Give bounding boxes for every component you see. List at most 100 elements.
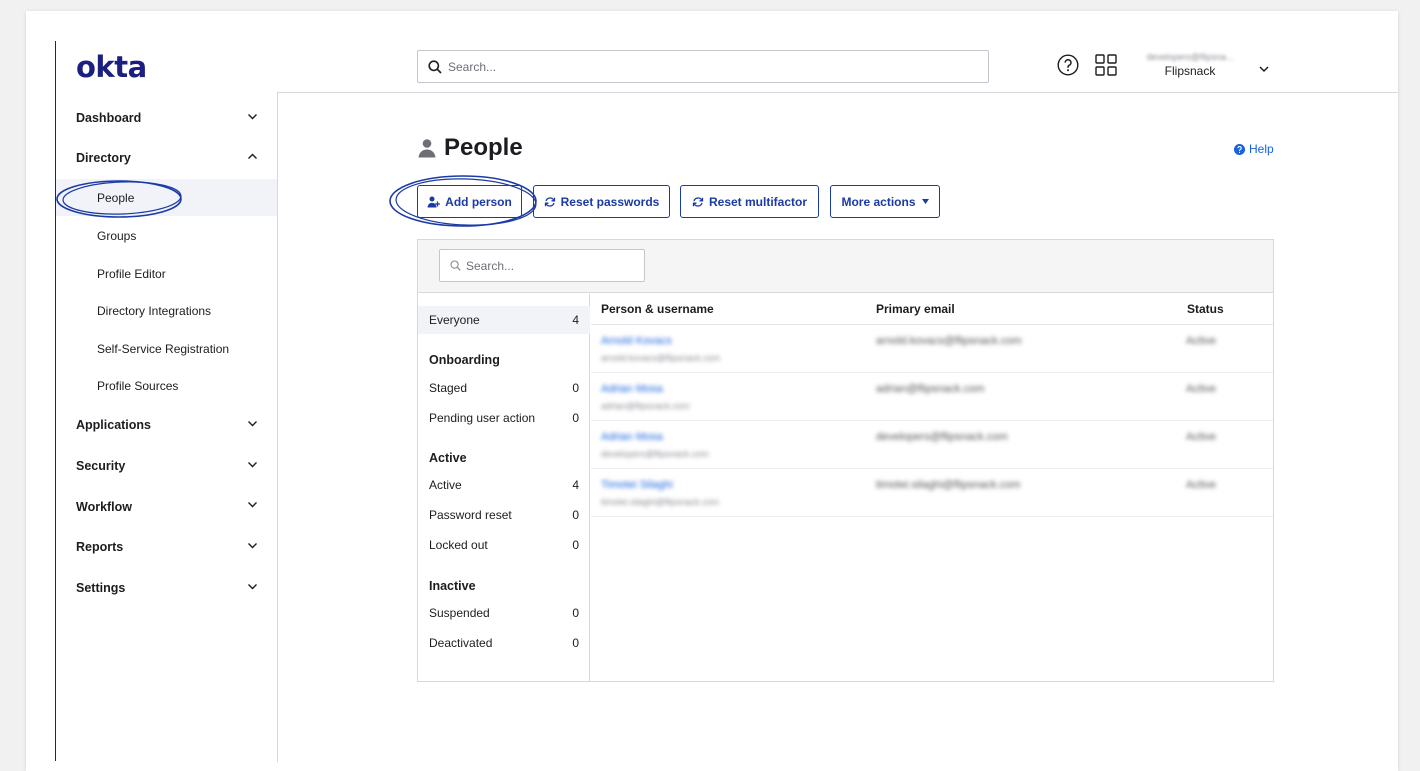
filter-count: 0	[572, 381, 579, 395]
filter-count: 0	[572, 606, 579, 620]
filter-locked-out[interactable]: Locked out 0	[418, 531, 590, 559]
person-name-link[interactable]: Timotei Silaghi	[601, 479, 673, 491]
chevron-down-icon[interactable]	[247, 583, 258, 590]
person-status: Active	[1186, 335, 1216, 347]
person-email: adrian@flipsnack.com	[876, 383, 985, 395]
filter-label: Active	[429, 478, 462, 492]
filter-group-heading: Active	[429, 451, 467, 465]
person-username: adrian@flipsnack.com	[601, 401, 690, 411]
chevron-down-icon[interactable]	[247, 461, 258, 468]
filter-staged[interactable]: Staged 0	[418, 374, 590, 402]
search-icon	[450, 260, 461, 271]
help-circle-icon[interactable]	[1057, 54, 1079, 81]
filter-count: 0	[572, 538, 579, 552]
person-email: arnold.kovacs@flipsnack.com	[876, 335, 1022, 347]
search-icon	[428, 59, 442, 74]
table-row[interactable]: Adrian Mosa developers@flipsnack.com dev…	[591, 421, 1273, 469]
filter-count: 0	[572, 636, 579, 650]
sidebar-item-directory[interactable]: Directory	[76, 151, 131, 165]
reset-multifactor-button[interactable]: Reset multifactor	[680, 185, 819, 218]
chevron-down-icon[interactable]	[1258, 60, 1270, 78]
question-circle-icon	[1234, 143, 1245, 155]
sidebar-item-groups[interactable]: Groups	[97, 229, 136, 243]
chevron-down-icon[interactable]	[247, 542, 258, 549]
person-name-link[interactable]: Arnold Kovacs	[601, 335, 672, 347]
person-email: developers@flipsnack.com	[876, 431, 1008, 443]
people-search-input[interactable]	[466, 258, 636, 273]
sidebar-item-profile-sources[interactable]: Profile Sources	[97, 379, 178, 393]
person-status: Active	[1186, 479, 1216, 491]
user-menu[interactable]: developers@flipsna... Flipsnack	[1130, 52, 1250, 78]
filter-pending-user-action[interactable]: Pending user action 0	[418, 404, 590, 432]
table-row[interactable]: Timotei Silaghi timotei.silaghi@flipsnac…	[591, 469, 1273, 517]
sidebar-item-profile-editor[interactable]: Profile Editor	[97, 267, 166, 281]
refresh-icon	[544, 196, 555, 207]
filter-count: 4	[572, 313, 579, 327]
sidebar-item-settings[interactable]: Settings	[76, 581, 125, 595]
add-person-icon	[427, 196, 441, 207]
column-header-email[interactable]: Primary email	[876, 302, 955, 316]
header-divider	[278, 92, 1398, 93]
more-actions-label: More actions	[841, 194, 916, 209]
chevron-up-icon[interactable]	[247, 153, 258, 160]
column-header-status[interactable]: Status	[1187, 302, 1224, 316]
filter-active[interactable]: Active 4	[418, 471, 590, 499]
page-title: People	[418, 134, 523, 162]
app-grid-icon[interactable]	[1095, 54, 1117, 81]
caret-down-icon	[921, 199, 929, 204]
chevron-down-icon[interactable]	[247, 501, 258, 508]
add-person-button[interactable]: Add person	[417, 185, 522, 218]
refresh-icon	[692, 196, 704, 207]
person-name-link[interactable]: Adrian Mosa	[601, 431, 663, 443]
filter-count: 4	[572, 478, 579, 492]
sidebar-item-directory-integrations[interactable]: Directory Integrations	[97, 304, 211, 318]
filter-group-heading: Inactive	[429, 579, 476, 593]
filter-label: Staged	[429, 381, 468, 395]
sidebar-active-highlight	[56, 179, 277, 216]
sidebar-item-people[interactable]: People	[97, 191, 134, 205]
column-header-person[interactable]: Person & username	[601, 302, 714, 316]
sidebar-item-dashboard[interactable]: Dashboard	[76, 111, 141, 125]
user-email: developers@flipsna...	[1146, 52, 1234, 62]
sidebar-item-applications[interactable]: Applications	[76, 418, 151, 432]
sidebar-item-self-service-registration[interactable]: Self-Service Registration	[97, 342, 229, 356]
person-username: developers@flipsnack.com	[601, 449, 709, 459]
sidebar-item-workflow[interactable]: Workflow	[76, 500, 132, 514]
filter-deactivated[interactable]: Deactivated 0	[418, 629, 590, 657]
sidebar-divider	[277, 92, 278, 762]
reset-passwords-label: Reset passwords	[560, 194, 660, 209]
filter-label: Deactivated	[429, 636, 493, 650]
chevron-down-icon[interactable]	[247, 420, 258, 427]
filter-count: 0	[572, 411, 579, 425]
okta-logo[interactable]: okta	[76, 50, 147, 84]
filter-password-reset[interactable]: Password reset 0	[418, 501, 590, 529]
more-actions-button[interactable]: More actions	[830, 185, 940, 218]
sidebar-item-security[interactable]: Security	[76, 459, 125, 473]
filter-suspended[interactable]: Suspended 0	[418, 599, 590, 627]
global-search-input[interactable]	[448, 59, 968, 74]
filter-label: Everyone	[429, 313, 480, 327]
filter-everyone[interactable]: Everyone 4	[418, 306, 590, 334]
filter-label: Locked out	[429, 538, 488, 552]
people-panel: Everyone 4 Onboarding Staged 0 Pending u…	[417, 239, 1274, 682]
filter-label: Pending user action	[429, 411, 536, 425]
sidebar-item-reports[interactable]: Reports	[76, 540, 123, 554]
panel-toolbar	[418, 240, 1273, 293]
person-name-link[interactable]: Adrian Mosa	[601, 383, 663, 395]
chevron-down-icon[interactable]	[247, 113, 258, 120]
table-row[interactable]: Adrian Mosa adrian@flipsnack.com adrian@…	[591, 373, 1273, 421]
help-link[interactable]: Help	[1234, 142, 1274, 156]
page-heading: People	[444, 134, 523, 161]
reset-passwords-button[interactable]: Reset passwords	[533, 185, 670, 218]
person-username: arnold.kovacs@flipsnack.com	[601, 353, 721, 363]
person-username: timotei.silaghi@flipsnack.com	[601, 497, 720, 507]
status-filters: Everyone 4 Onboarding Staged 0 Pending u…	[418, 294, 590, 682]
table-row[interactable]: Arnold Kovacs arnold.kovacs@flipsnack.co…	[591, 325, 1273, 373]
global-search[interactable]	[417, 50, 989, 83]
people-search[interactable]	[439, 249, 645, 282]
user-org: Flipsnack	[1164, 64, 1216, 78]
person-icon	[418, 139, 436, 158]
window-edge	[55, 41, 56, 761]
help-link-label: Help	[1249, 142, 1274, 156]
person-status: Active	[1186, 383, 1216, 395]
